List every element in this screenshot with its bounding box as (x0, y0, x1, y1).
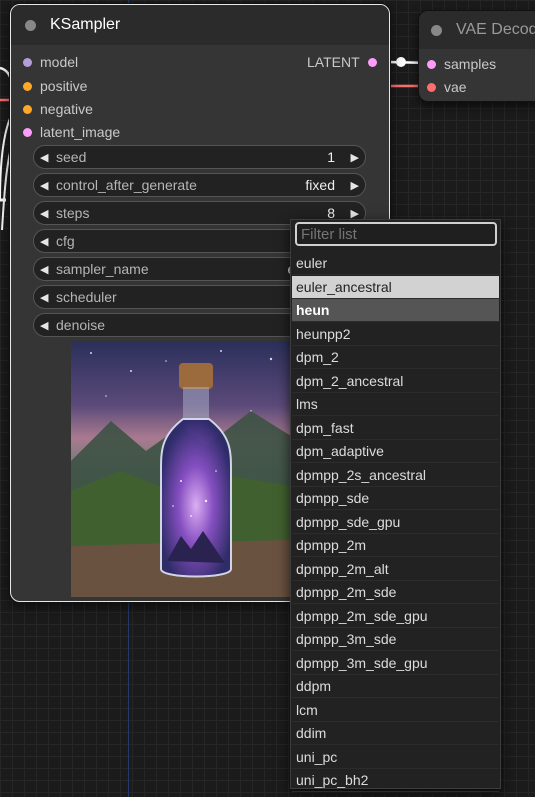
widget-control-after-generate[interactable]: ◀ control_after_generate fixed ▶ (33, 173, 366, 197)
decrement-arrow-icon[interactable]: ◀ (40, 319, 54, 332)
dropdown-item[interactable]: heun (292, 299, 499, 322)
input-label: latent_image (40, 124, 121, 140)
input-slot-dot[interactable] (23, 127, 32, 137)
node-title: VAE Decod (456, 21, 535, 38)
preview-image[interactable] (71, 341, 321, 597)
node-title: KSampler (50, 16, 121, 33)
decrement-arrow-icon[interactable]: ◀ (40, 179, 54, 192)
input-negative[interactable]: negative (23, 99, 93, 119)
dropdown-item[interactable]: lms (292, 393, 499, 416)
dropdown-item[interactable]: uni_pc (292, 746, 499, 769)
node-title-bar[interactable]: KSampler (11, 5, 389, 45)
dropdown-item[interactable]: euler_ancestral (292, 275, 499, 299)
increment-arrow-icon[interactable]: ▶ (345, 179, 359, 192)
decrement-arrow-icon[interactable]: ◀ (40, 263, 54, 276)
input-slot-dot[interactable] (23, 104, 32, 114)
input-label: model (40, 54, 79, 70)
increment-arrow-icon[interactable]: ▶ (345, 151, 359, 164)
dropdown-item[interactable]: uni_pc_bh2 (292, 769, 499, 792)
input-label: vae (444, 79, 467, 95)
dropdown-item[interactable]: euler (292, 252, 499, 275)
dropdown-item[interactable]: dpm_2_ancestral (292, 370, 499, 393)
input-label: negative (40, 101, 93, 117)
sampler-dropdown-menu[interactable]: eulereuler_ancestralheunheunpp2dpm_2dpm_… (290, 219, 501, 792)
output-label: LATENT (307, 54, 360, 70)
input-label: samples (444, 56, 497, 72)
input-slot-dot[interactable] (23, 81, 32, 91)
dropdown-item[interactable]: dpmpp_sde_gpu (292, 511, 499, 534)
dropdown-item[interactable]: ddim (292, 722, 499, 745)
input-latent-image[interactable]: latent_image (23, 122, 120, 142)
widget-label: seed (56, 149, 87, 165)
node-title-bar[interactable]: VAE Decod (419, 11, 535, 49)
input-samples[interactable]: samples (427, 54, 496, 74)
filter-input[interactable] (295, 222, 497, 246)
output-slot-dot[interactable] (367, 57, 377, 67)
collapse-dot-icon[interactable] (431, 24, 442, 36)
input-slot-dot[interactable] (427, 59, 436, 69)
output-latent[interactable]: LATENT (307, 52, 377, 72)
dropdown-item[interactable]: heunpp2 (292, 323, 499, 346)
dropdown-item[interactable]: dpmpp_sde (292, 487, 499, 510)
dropdown-item[interactable]: dpmpp_2m_sde (292, 581, 499, 604)
widget-value: fixed (305, 177, 335, 193)
bottle-galaxy-image-icon (71, 350, 321, 597)
dropdown-item[interactable]: lcm (292, 699, 499, 722)
decrement-arrow-icon[interactable]: ◀ (40, 207, 54, 220)
input-slot-dot[interactable] (23, 57, 32, 67)
dropdown-item[interactable]: dpmpp_2m_alt (292, 558, 499, 581)
input-slot-dot[interactable] (427, 82, 436, 92)
dropdown-item[interactable]: dpmpp_2s_ancestral (292, 464, 499, 487)
dropdown-item[interactable]: dpm_2 (292, 346, 499, 369)
input-label: positive (40, 78, 88, 94)
widget-label: steps (56, 205, 90, 221)
vae-decode-node[interactable]: VAE Decod samples vae (418, 10, 535, 102)
widget-label: sampler_name (56, 261, 149, 277)
widget-value: 1 (327, 149, 335, 165)
dropdown-item[interactable]: dpmpp_3m_sde (292, 628, 499, 651)
input-vae[interactable]: vae (427, 77, 467, 97)
dropdown-item[interactable]: dpmpp_3m_sde_gpu (292, 652, 499, 675)
dropdown-item[interactable]: dpm_adaptive (292, 440, 499, 463)
decrement-arrow-icon[interactable]: ◀ (40, 151, 54, 164)
dropdown-item[interactable]: dpm_fast (292, 417, 499, 440)
decrement-arrow-icon[interactable]: ◀ (40, 291, 54, 304)
input-positive[interactable]: positive (23, 76, 87, 96)
decrement-arrow-icon[interactable]: ◀ (40, 235, 54, 248)
dropdown-item[interactable]: dpmpp_2m (292, 534, 499, 557)
dropdown-item[interactable]: dpmpp_2m_sde_gpu (292, 605, 499, 628)
increment-arrow-icon[interactable]: ▶ (345, 207, 359, 220)
widget-seed[interactable]: ◀ seed 1 ▶ (33, 145, 366, 169)
dropdown-item[interactable]: ddpm (292, 675, 499, 698)
input-model[interactable]: model (23, 52, 78, 72)
collapse-dot-icon[interactable] (25, 19, 36, 31)
widget-label: control_after_generate (56, 177, 197, 193)
